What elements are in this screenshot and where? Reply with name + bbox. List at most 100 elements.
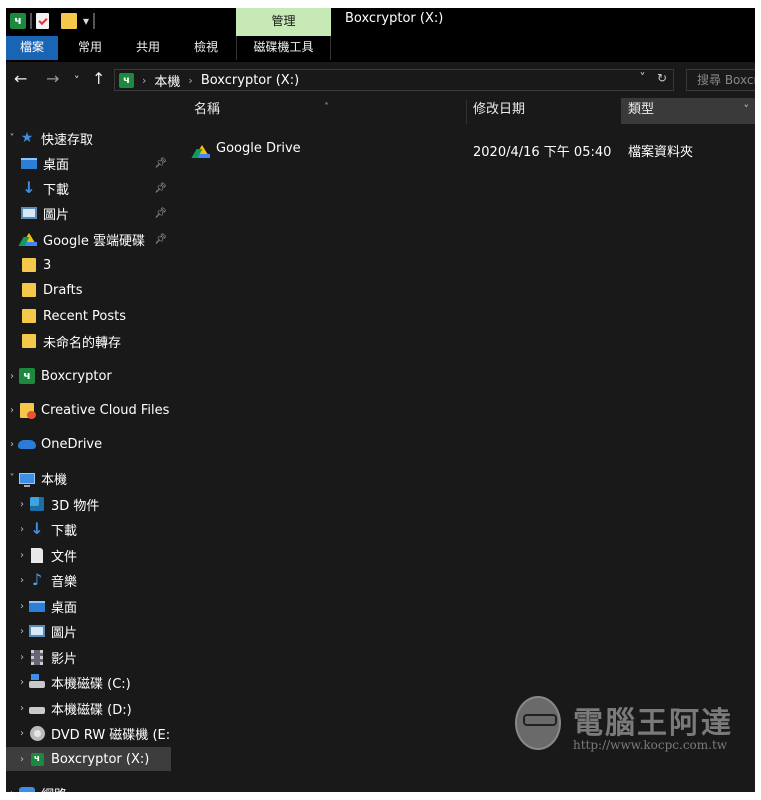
nav-label: 未命名的轉存 [43, 335, 122, 351]
nav-item-pc-desktop[interactable]: › 桌面 [6, 594, 171, 618]
desktop-icon [20, 155, 38, 171]
nav-item-pc-pictures[interactable]: › 圖片 [6, 619, 171, 643]
nav-creative-cloud[interactable]: › Creative Cloud Files [6, 398, 171, 422]
expand-chevron-icon[interactable]: › [16, 575, 28, 586]
column-filter-dropdown-icon[interactable]: ˅ [744, 98, 750, 122]
tab-view[interactable]: 檢視 [180, 36, 232, 60]
nav-item-documents[interactable]: › 文件 [6, 543, 171, 567]
file-explorer-window: ч ▾ 管理 Boxcryptor (X:) 檔案 常用 共用 檢視 磁碟機工具… [6, 8, 755, 792]
expand-chevron-icon[interactable]: › [6, 371, 18, 382]
breadcrumb-boxcryptor[interactable]: Boxcryptor (X:) [201, 73, 299, 88]
expand-chevron-icon[interactable]: › [16, 524, 28, 535]
folder-icon [20, 308, 38, 324]
file-row[interactable]: Google Drive 2020/4/16 下午 05:40 檔案資料夾 [174, 138, 755, 160]
boxcryptor-icon: ч [18, 368, 36, 384]
3d-objects-icon [28, 496, 46, 512]
expand-chevron-icon[interactable]: › [16, 601, 28, 612]
nav-label: DVD RW 磁碟機 (E: [51, 727, 171, 743]
column-header-modified[interactable]: 修改日期 [467, 98, 620, 124]
column-label: 名稱 [194, 102, 221, 117]
up-arrow-icon[interactable]: ↑ [92, 70, 105, 88]
address-field[interactable]: ч › 本機 › Boxcryptor (X:) ˅ ↻ [114, 69, 674, 91]
nav-network[interactable]: › 網路 [6, 781, 171, 792]
boxcryptor-icon: ч [119, 72, 134, 88]
nav-item-music[interactable]: › ♪ 音樂 [6, 568, 171, 592]
computer-icon [18, 470, 36, 487]
nav-item-pictures[interactable]: 圖片 📌︎ [6, 201, 171, 225]
network-icon [18, 785, 36, 792]
expand-chevron-icon[interactable]: › [6, 439, 18, 450]
file-list[interactable]: 名稱 ˄ 修改日期 類型 ˅ Google Drive 2020/4/16 下午… [174, 98, 755, 792]
new-folder-icon[interactable] [61, 13, 77, 29]
navigation-pane[interactable]: ˅ ★ 快速存取 桌面 📌︎ ↓ 下載 📌︎ 圖片 📌︎ Google 雲端硬碟… [6, 98, 171, 792]
nav-label: 音樂 [51, 574, 78, 590]
address-dropdown-icon[interactable]: ˅ [639, 71, 645, 85]
onedrive-icon [18, 436, 36, 452]
expand-chevron-icon[interactable]: › [16, 626, 28, 637]
search-input[interactable]: 搜尋 Boxcr [686, 69, 755, 91]
nav-this-pc[interactable]: ˅ 本機 [6, 466, 171, 490]
nav-boxcryptor[interactable]: › ч Boxcryptor [6, 364, 171, 388]
breadcrumb-this-pc[interactable]: 本機 [154, 71, 180, 90]
watermark: 電腦王阿達 http://www.kocpc.com.tw [515, 690, 755, 760]
nav-item-boxcryptor-drive[interactable]: › ч Boxcryptor (X:) [6, 747, 171, 771]
properties-icon[interactable] [36, 13, 49, 29]
expand-chevron-icon[interactable]: › [16, 550, 28, 561]
watermark-mascot-icon [515, 696, 561, 750]
nav-item-google-drive[interactable]: Google 雲端硬碟 📌︎ [6, 227, 171, 251]
pin-icon[interactable]: 📌︎ [154, 158, 167, 169]
title-bar: ч ▾ 管理 Boxcryptor (X:) [6, 8, 755, 36]
pin-icon[interactable]: 📌︎ [154, 208, 167, 219]
nav-label: Boxcryptor (X:) [51, 751, 150, 767]
nav-item-pc-downloads[interactable]: › ↓ 下載 [6, 517, 171, 541]
expand-chevron-icon[interactable]: › [6, 788, 18, 793]
pin-icon[interactable]: 📌︎ [154, 183, 167, 194]
expand-chevron-icon[interactable]: › [16, 499, 28, 510]
expand-chevron-icon[interactable]: ˅ [6, 473, 18, 484]
folder-icon [20, 257, 38, 273]
expand-chevron-icon[interactable]: › [16, 652, 28, 663]
contextual-tab-manage[interactable]: 管理 [236, 8, 331, 36]
recent-locations-chevron-icon[interactable]: ˅ [74, 72, 80, 90]
google-drive-icon [20, 231, 38, 247]
nav-item-desktop[interactable]: 桌面 📌︎ [6, 151, 171, 175]
nav-item-drafts[interactable]: Drafts [6, 278, 171, 302]
expand-chevron-icon[interactable]: ˅ [6, 133, 18, 144]
videos-icon [28, 649, 46, 665]
nav-label: 桌面 [43, 157, 70, 173]
tab-share[interactable]: 共用 [122, 36, 174, 60]
column-label: 修改日期 [473, 102, 526, 117]
nav-item-videos[interactable]: › 影片 [6, 645, 171, 669]
nav-item-3d-objects[interactable]: › 3D 物件 [6, 492, 171, 516]
column-header-type[interactable]: 類型 ˅ [621, 98, 755, 124]
nav-item-downloads[interactable]: ↓ 下載 📌︎ [6, 176, 171, 200]
expand-chevron-icon[interactable]: › [6, 405, 18, 416]
nav-item-recent-posts[interactable]: Recent Posts [6, 304, 171, 328]
file-modified: 2020/4/16 下午 05:40 [473, 145, 612, 160]
tab-home[interactable]: 常用 [64, 36, 116, 60]
customize-toolbar-dropdown-icon[interactable]: ▾ [83, 14, 89, 28]
tab-file[interactable]: 檔案 [6, 36, 58, 60]
column-header-name[interactable]: 名稱 ˄ [174, 98, 466, 124]
nav-item-dvd-drive[interactable]: › DVD RW 磁碟機 (E: [6, 721, 171, 745]
forward-arrow-icon[interactable]: → [46, 70, 59, 88]
nav-item-disk-c[interactable]: › 本機磁碟 (C:) [6, 670, 171, 694]
nav-onedrive[interactable]: › OneDrive [6, 432, 171, 456]
breadcrumb-chevron-icon[interactable]: › [142, 74, 146, 87]
tab-drive-tools[interactable]: 磁碟機工具 [236, 36, 331, 60]
breadcrumb-chevron-icon[interactable]: › [188, 74, 192, 87]
expand-chevron-icon[interactable]: › [16, 703, 28, 714]
back-arrow-icon[interactable]: ← [14, 70, 27, 88]
nav-item-folder-3[interactable]: 3 [6, 253, 171, 277]
nav-item-unnamed-export[interactable]: 未命名的轉存 [6, 329, 171, 353]
nav-item-disk-d[interactable]: › 本機磁碟 (D:) [6, 696, 171, 720]
expand-chevron-icon[interactable]: › [16, 754, 28, 765]
documents-icon [28, 547, 46, 563]
nav-label: Creative Cloud Files [41, 402, 170, 418]
pictures-icon [20, 205, 38, 221]
expand-chevron-icon[interactable]: › [16, 677, 28, 688]
expand-chevron-icon[interactable]: › [16, 728, 28, 739]
pin-icon[interactable]: 📌︎ [154, 234, 167, 245]
refresh-icon[interactable]: ↻ [657, 71, 667, 85]
nav-quick-access[interactable]: ˅ ★ 快速存取 [6, 126, 171, 150]
